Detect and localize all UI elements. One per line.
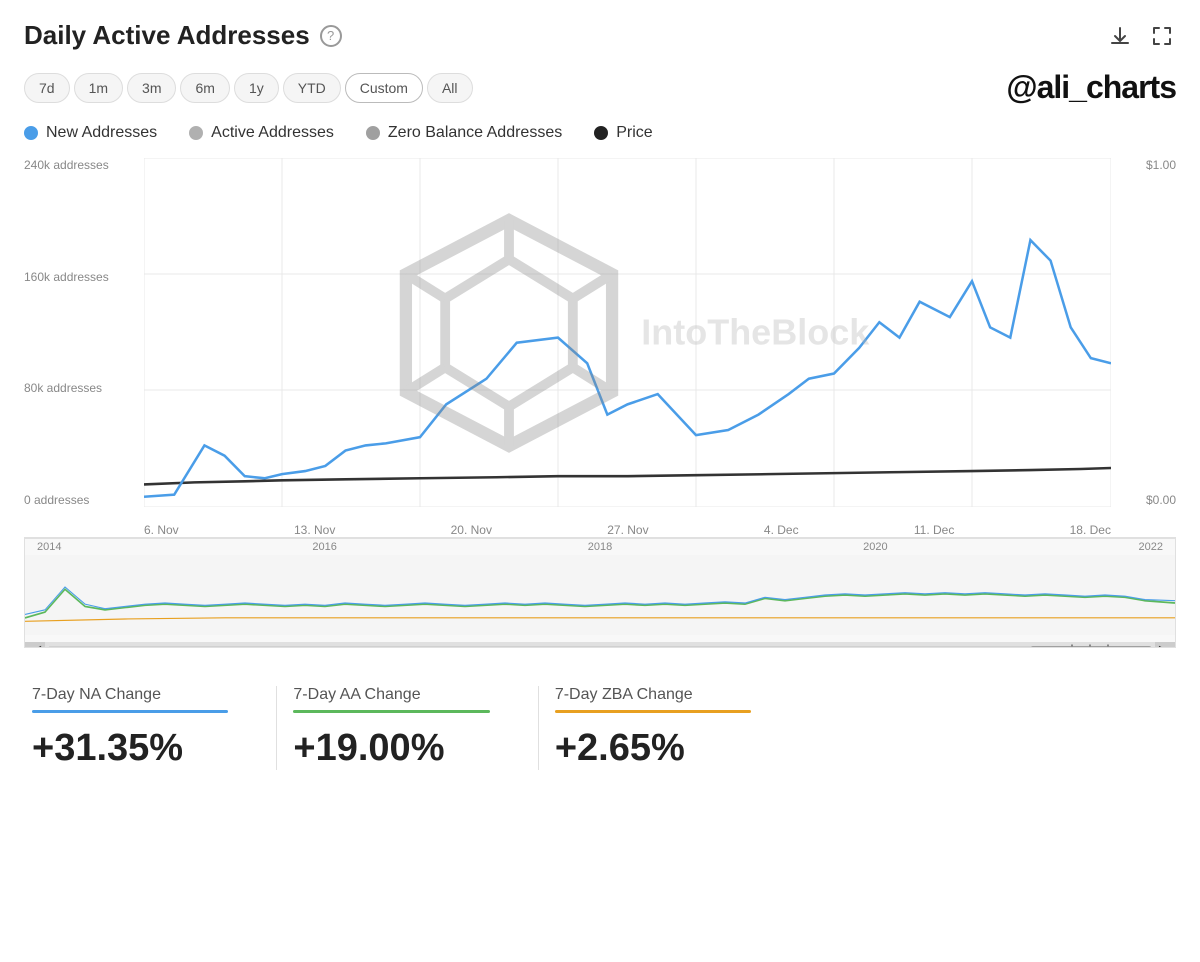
stat-zba-label: 7-Day ZBA Change (555, 686, 751, 704)
scroll-right-arrow[interactable]: ▶ (1155, 642, 1175, 648)
header-right (1106, 22, 1176, 50)
year-2022: 2022 (1139, 541, 1163, 553)
filter-custom[interactable]: Custom (345, 73, 423, 103)
stat-zba-change: 7-Day ZBA Change +2.65% (555, 686, 783, 770)
year-2014: 2014 (37, 541, 61, 553)
year-2018: 2018 (588, 541, 612, 553)
x-label-18dec: 18. Dec (1070, 523, 1111, 537)
watermark-text: @ali_charts (1006, 69, 1176, 106)
legend-price: Price (594, 124, 652, 142)
main-chart: 240k addresses 160k addresses 80k addres… (24, 158, 1176, 538)
header: Daily Active Addresses ? (24, 20, 1176, 51)
x-label-27nov: 27. Nov (607, 523, 648, 537)
stat-na-change: 7-Day NA Change +31.35% (24, 686, 260, 770)
divider-2 (538, 686, 539, 770)
chart-lines (144, 158, 1111, 507)
header-left: Daily Active Addresses ? (24, 20, 342, 51)
stat-zba-underline (555, 710, 751, 713)
legend-dot-new-addresses (24, 126, 38, 140)
x-axis: 6. Nov 13. Nov 20. Nov 27. Nov 4. Dec 11… (144, 523, 1111, 537)
filter-7d[interactable]: 7d (24, 73, 70, 103)
legend-label-zero-balance: Zero Balance Addresses (388, 124, 562, 142)
y-label-160k: 160k addresses (24, 270, 144, 284)
filter-1y[interactable]: 1y (234, 73, 279, 103)
filter-6m[interactable]: 6m (180, 73, 229, 103)
help-icon[interactable]: ? (320, 25, 342, 47)
x-label-11dec: 11. Dec (914, 523, 954, 537)
y-label-1usd: $1.00 (1116, 158, 1176, 172)
fullscreen-button[interactable] (1148, 22, 1176, 50)
page-container: Daily Active Addresses ? 7d 1m 3m 6m 1y … (0, 0, 1200, 790)
legend-zero-balance: Zero Balance Addresses (366, 124, 562, 142)
x-label-4dec: 4. Dec (764, 523, 799, 537)
navigator-chart[interactable]: 2014 2016 2018 2020 2022 ◀ ⋮⋮⋮ ▶ (24, 538, 1176, 648)
y-label-240k: 240k addresses (24, 158, 144, 172)
legend-new-addresses: New Addresses (24, 124, 157, 142)
stats-area: 7-Day NA Change +31.35% 7-Day AA Change … (24, 676, 1176, 770)
x-label-6nov: 6. Nov (144, 523, 179, 537)
stat-zba-value: +2.65% (555, 727, 751, 770)
scroll-left-arrow[interactable]: ◀ (25, 642, 45, 648)
page-title: Daily Active Addresses (24, 20, 310, 51)
y-axis-left: 240k addresses 160k addresses 80k addres… (24, 158, 144, 507)
stat-na-label: 7-Day NA Change (32, 686, 228, 704)
filter-ytd[interactable]: YTD (283, 73, 341, 103)
legend-dot-zero-balance (366, 126, 380, 140)
stat-aa-value: +19.00% (293, 727, 489, 770)
stat-aa-underline (293, 710, 489, 713)
filter-3m[interactable]: 3m (127, 73, 176, 103)
x-label-13nov: 13. Nov (294, 523, 335, 537)
stat-aa-change: 7-Day AA Change +19.00% (293, 686, 521, 770)
year-2020: 2020 (863, 541, 887, 553)
download-button[interactable] (1106, 22, 1134, 50)
time-filters: 7d 1m 3m 6m 1y YTD Custom All @ali_chart… (24, 69, 1176, 106)
chart-svg-wrapper: IntoTheBlock (144, 158, 1111, 507)
legend-dot-active-addresses (189, 126, 203, 140)
legend-label-price: Price (616, 124, 652, 142)
legend-dot-price (594, 126, 608, 140)
year-2016: 2016 (312, 541, 336, 553)
legend-label-active-addresses: Active Addresses (211, 124, 334, 142)
stat-na-underline (32, 710, 228, 713)
y-label-0: 0 addresses (24, 493, 144, 507)
x-label-20nov: 20. Nov (451, 523, 492, 537)
navigator-years: 2014 2016 2018 2020 2022 (25, 539, 1175, 555)
stat-aa-label: 7-Day AA Change (293, 686, 489, 704)
y-label-0usd: $0.00 (1116, 493, 1176, 507)
y-axis-right: $1.00 $0.00 (1116, 158, 1176, 507)
y-label-80k: 80k addresses (24, 381, 144, 395)
scrollbar-thumb[interactable]: ⋮⋮⋮ (1031, 646, 1151, 648)
filter-1m[interactable]: 1m (74, 73, 123, 103)
filter-all[interactable]: All (427, 73, 473, 103)
legend-label-new-addresses: New Addresses (46, 124, 157, 142)
stat-na-value: +31.35% (32, 727, 228, 770)
legend-active-addresses: Active Addresses (189, 124, 334, 142)
legend: New Addresses Active Addresses Zero Bala… (24, 124, 1176, 142)
divider-1 (276, 686, 277, 770)
navigator-svg (25, 555, 1175, 635)
